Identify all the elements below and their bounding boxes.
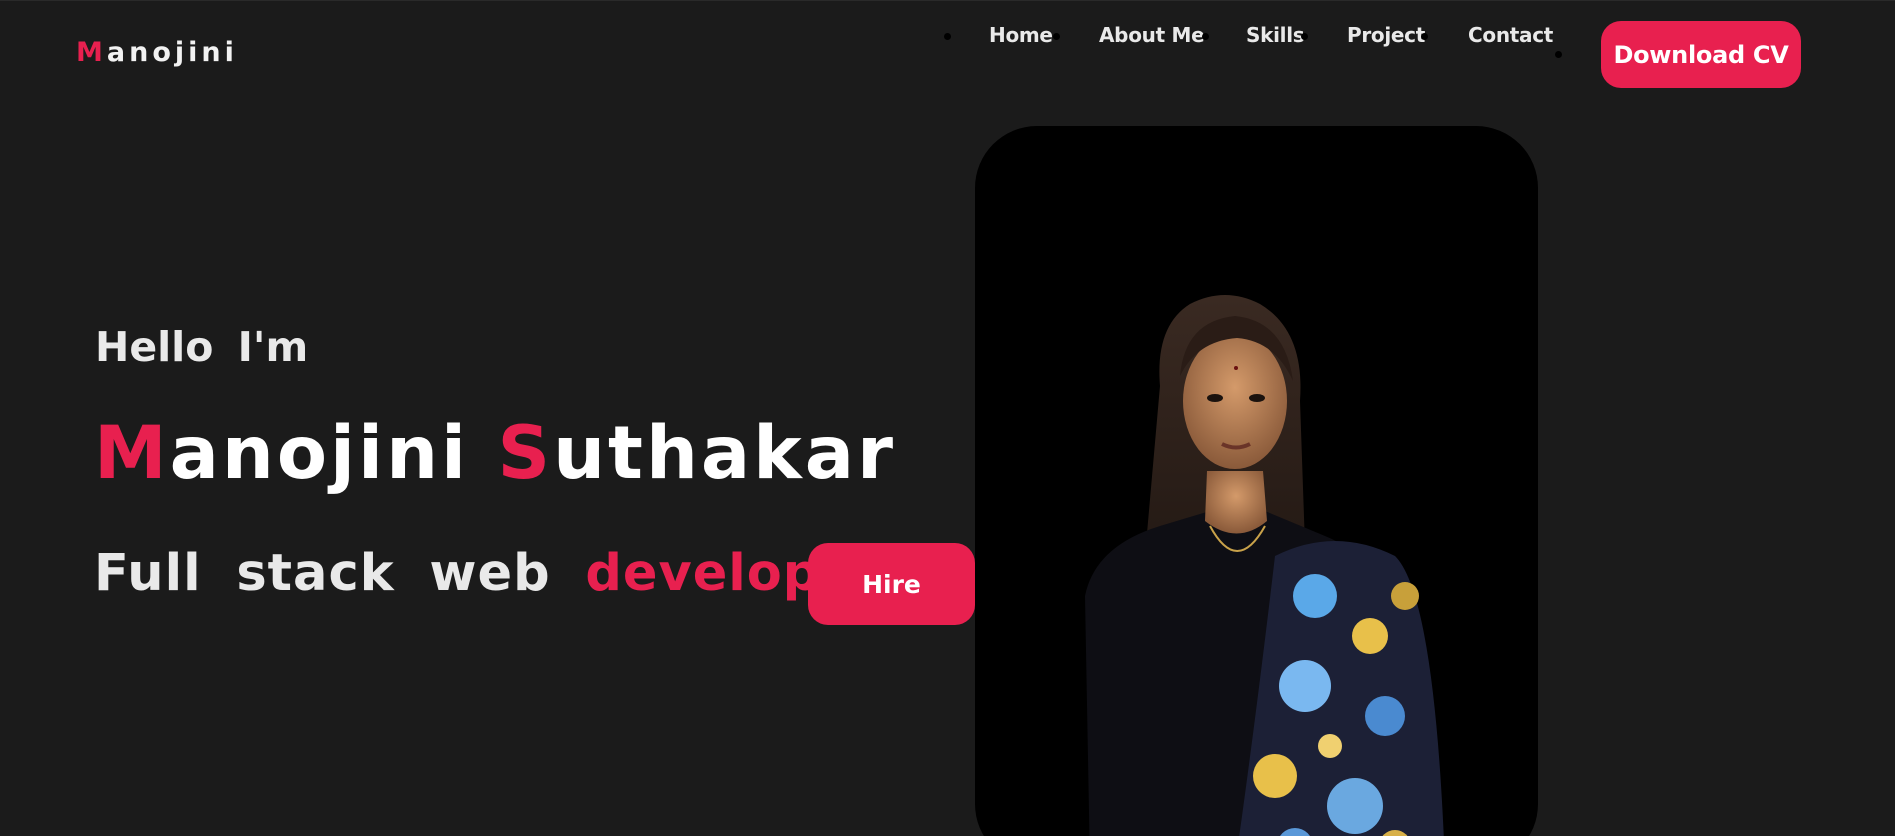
nav-item-skills[interactable]: Skills (1246, 23, 1305, 47)
nav-bullet-dot (1301, 33, 1308, 40)
hire-button[interactable]: Hire (808, 543, 975, 625)
nav-item-contact[interactable]: Contact (1468, 23, 1553, 47)
first-name-initial: M (94, 411, 170, 496)
profile-photo (1085, 295, 1444, 836)
site-logo[interactable]: Manojini (76, 37, 238, 68)
nav-bullet-dot (1053, 33, 1060, 40)
hero-role: Full stack web developer (94, 544, 882, 603)
page: Manojini Home About Me Skills Project Co… (0, 0, 1895, 836)
role-text: Full stack web (94, 544, 551, 603)
nav-item-project[interactable]: Project (1347, 23, 1425, 47)
nav-item-about-me[interactable]: About Me (1099, 23, 1205, 47)
hero-name: Manojini Suthakar (94, 411, 896, 496)
logo-initial: M (76, 37, 107, 68)
last-name-initial: S (497, 411, 554, 496)
nav-bullet-dot (944, 33, 951, 40)
hero-greeting: Hello I'm (95, 323, 309, 371)
last-name-rest: uthakar (553, 411, 896, 496)
nav-bullet-dot (1555, 51, 1562, 58)
download-cv-button[interactable]: Download CV (1601, 21, 1801, 88)
nav-bullet-dot (1202, 33, 1209, 40)
nav-bullet-dot (1421, 33, 1428, 40)
logo-rest: anojini (106, 37, 238, 68)
first-name-rest: anojini (169, 411, 470, 496)
profile-photo-card (975, 126, 1538, 836)
nav-item-home[interactable]: Home (989, 23, 1053, 47)
